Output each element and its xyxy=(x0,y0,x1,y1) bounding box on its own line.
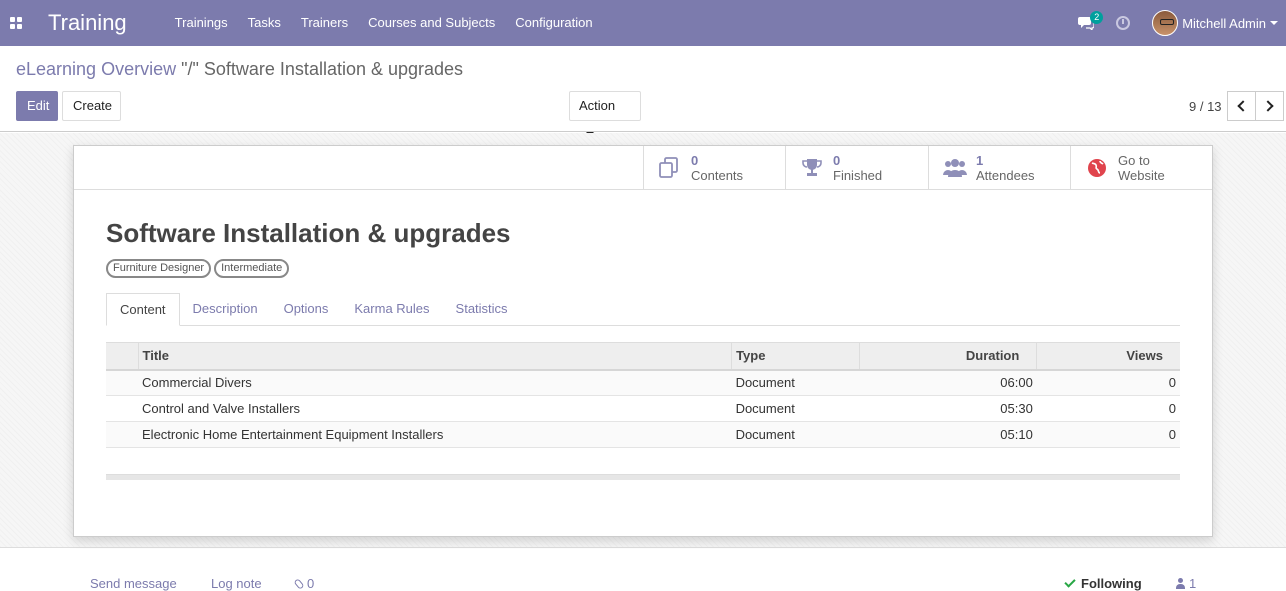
table-row[interactable]: Commercial Divers Document 06:00 0 xyxy=(106,369,1180,396)
cell-type: Document xyxy=(735,427,795,442)
go-to-website-smart-button[interactable]: Go to Website xyxy=(1070,146,1212,189)
users-icon xyxy=(939,157,971,179)
menu-item-trainers[interactable]: Trainers xyxy=(291,0,358,46)
cell-views: 0 xyxy=(1168,401,1176,416)
tab-statistics[interactable]: Statistics xyxy=(443,293,521,325)
control-panel: eLearning Overview "/" Software Installa… xyxy=(0,46,1286,136)
cell-type: Document xyxy=(735,375,795,391)
log-note-button[interactable]: Log note xyxy=(211,576,262,591)
user-avatar[interactable] xyxy=(1152,10,1179,36)
tab-options[interactable]: Options xyxy=(271,293,342,325)
menu-item-trainings[interactable]: Trainings xyxy=(165,0,238,46)
action-dropdown-button[interactable]: Action xyxy=(569,91,641,136)
top-navbar: Training Trainings Tasks Trainers Course… xyxy=(0,0,1286,46)
menu-item-courses-and-subjects[interactable]: Courses and Subjects xyxy=(358,0,505,46)
breadcrumb: eLearning Overview "/" Software Installa… xyxy=(16,59,463,80)
breadcrumb-separator: "/" xyxy=(176,59,204,79)
finished-count: 0 xyxy=(833,152,841,168)
contents-count: 0 xyxy=(691,152,699,168)
row-handle xyxy=(106,396,138,422)
menu-item-configuration[interactable]: Configuration xyxy=(505,0,602,46)
contents-smart-button[interactable]: 0 Contents xyxy=(643,146,785,189)
paperclip-icon xyxy=(293,578,305,590)
cell-title: Electronic Home Entertainment Equipment … xyxy=(142,427,444,442)
globe-icon xyxy=(1081,157,1113,179)
record-title: Software Installation & upgrades xyxy=(106,218,511,248)
header-views[interactable]: Views xyxy=(1036,342,1180,370)
attachments-button[interactable]: 0 xyxy=(293,576,315,591)
pager-previous-button[interactable] xyxy=(1227,91,1256,121)
form-sheet: 0 Contents 0 Finished 1 Attendees Go to Webs… xyxy=(73,145,1213,537)
chatter-topbar: Send message Log note 0 Following 1 xyxy=(0,549,1286,591)
tab-karma-rules[interactable]: Karma Rules xyxy=(341,293,442,325)
tab-description[interactable]: Description xyxy=(180,293,271,325)
finished-label: Finished xyxy=(833,167,883,183)
followers-button[interactable]: 1 xyxy=(1176,576,1196,591)
trophy-icon xyxy=(796,157,828,179)
header-title[interactable]: Title xyxy=(137,342,732,370)
attendees-label: Attendees xyxy=(976,167,1035,183)
breadcrumb-current: Software Installation & upgrades xyxy=(203,59,464,79)
row-handle xyxy=(106,370,138,396)
content-table: Title Type Duration Views Commercial Div… xyxy=(106,342,1180,448)
user-name[interactable]: Mitchell Admin xyxy=(1182,16,1266,31)
cell-type: Document xyxy=(735,401,795,416)
cell-duration: 05:30 xyxy=(1000,401,1033,416)
breadcrumb-parent[interactable]: eLearning Overview xyxy=(16,59,176,79)
notebook-tabs: Content Description Options Karma Rules … xyxy=(106,293,1180,326)
list-footer xyxy=(106,474,1180,480)
website-label-line2: Website xyxy=(1118,167,1165,183)
pager-next-button[interactable] xyxy=(1255,91,1284,121)
navbar-systray: 2 Mitchell Admin xyxy=(1078,0,1286,46)
cell-duration: 05:10 xyxy=(1000,427,1033,442)
header-duration[interactable]: Duration xyxy=(859,342,1037,370)
edit-button[interactable]: Edit xyxy=(16,91,58,121)
attachment-count: 0 xyxy=(307,576,315,591)
cell-views: 0 xyxy=(1168,375,1176,391)
send-message-button[interactable]: Send message xyxy=(90,576,177,591)
followers-count: 1 xyxy=(1189,576,1197,591)
action-label: Action xyxy=(579,98,616,113)
table-header-row: Title Type Duration Views xyxy=(106,342,1180,370)
following-label: Following xyxy=(1081,576,1142,591)
app-name[interactable]: Training xyxy=(48,10,127,36)
cell-views: 0 xyxy=(1168,427,1176,442)
cell-title: Commercial Divers xyxy=(142,375,252,391)
following-button[interactable]: Following xyxy=(1064,576,1142,591)
table-row[interactable]: Control and Valve Installers Document 05… xyxy=(106,395,1180,422)
chevron-right-icon xyxy=(1262,100,1274,112)
row-handle xyxy=(106,422,138,448)
user-menu-caret-icon[interactable] xyxy=(1270,21,1278,25)
menu-item-tasks[interactable]: Tasks xyxy=(238,0,291,46)
attendees-smart-button[interactable]: 1 Attendees xyxy=(928,146,1070,189)
finished-smart-button[interactable]: 0 Finished xyxy=(785,146,927,189)
header-handle xyxy=(106,343,138,370)
activity-clock-icon[interactable] xyxy=(1116,16,1131,30)
contents-label: Contents xyxy=(691,167,744,183)
header-type[interactable]: Type xyxy=(731,342,860,370)
tab-content[interactable]: Content xyxy=(106,293,180,326)
main-menu: Trainings Tasks Trainers Courses and Sub… xyxy=(165,0,603,46)
content-list: Title Type Duration Views Commercial Div… xyxy=(106,342,1180,448)
copy-icon xyxy=(654,156,686,179)
user-icon xyxy=(1176,578,1185,589)
chat-count-badge: 2 xyxy=(1090,11,1104,24)
attendees-count: 1 xyxy=(976,152,984,168)
website-label-line1: Go to xyxy=(1118,152,1150,168)
tag-intermediate[interactable]: Intermediate xyxy=(214,259,290,278)
apps-menu-icon[interactable] xyxy=(0,0,32,46)
cell-title: Control and Valve Installers xyxy=(142,401,301,416)
tag-furniture-designer[interactable]: Furniture Designer xyxy=(106,259,212,278)
pager-value[interactable]: 9 / 13 xyxy=(1189,99,1222,114)
table-row[interactable]: Electronic Home Entertainment Equipment … xyxy=(106,421,1180,448)
cell-duration: 06:00 xyxy=(1000,375,1033,391)
check-icon xyxy=(1064,576,1076,588)
smart-button-box: 0 Contents 0 Finished 1 Attendees Go to Webs… xyxy=(74,146,1212,190)
tag-list: Furniture Designer Intermediate xyxy=(106,259,292,278)
create-button[interactable]: Create xyxy=(62,91,121,121)
chat-icon[interactable]: 2 xyxy=(1078,11,1104,33)
chevron-left-icon xyxy=(1237,100,1249,112)
